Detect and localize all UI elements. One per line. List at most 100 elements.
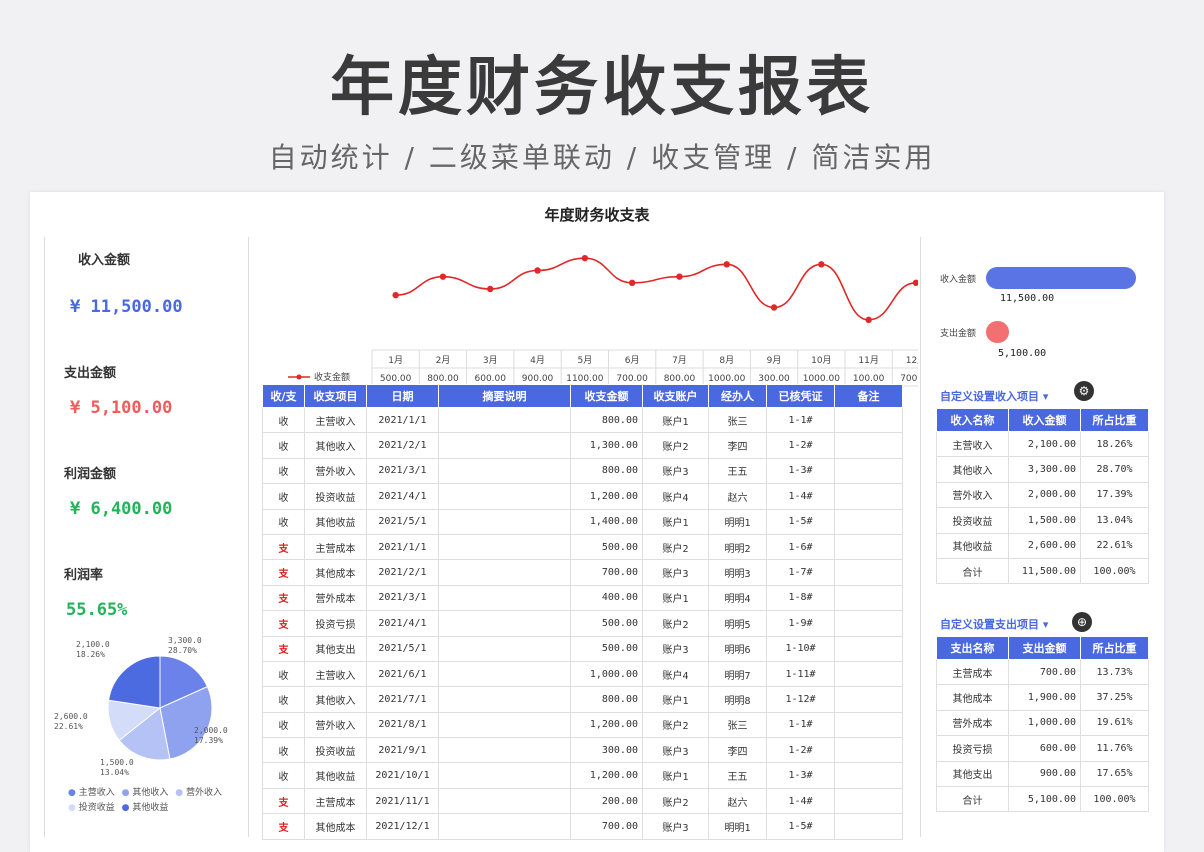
expense-settings-icon[interactable]: ⊕ (1072, 612, 1092, 632)
table-cell[interactable]: 明明1 (708, 813, 767, 840)
table-cell[interactable] (438, 711, 571, 739)
table-cell[interactable]: 1-4# (766, 787, 835, 815)
table-row[interactable]: 营外成本 1,000.00 19.61% (936, 709, 1149, 737)
table-cell[interactable] (438, 432, 571, 459)
table-cell[interactable] (834, 787, 903, 815)
table-cell[interactable] (834, 559, 903, 586)
table-cell[interactable] (438, 660, 571, 688)
table-cell[interactable]: 5,100.00 (1008, 785, 1081, 813)
table-cell[interactable]: 2,000.00 (1008, 481, 1081, 509)
table-cell[interactable]: 3,300.00 (1008, 456, 1081, 483)
table-cell[interactable] (834, 483, 903, 510)
table-cell[interactable]: 500.00 (570, 533, 643, 561)
table-cell[interactable] (438, 533, 571, 561)
table-cell[interactable]: 收 (262, 406, 305, 434)
table-cell[interactable] (438, 559, 571, 586)
table-cell[interactable]: 1,000.00 (1008, 709, 1081, 737)
table-cell[interactable]: 营外成本 (304, 584, 367, 612)
table-cell[interactable]: 收 (262, 737, 305, 764)
table-cell[interactable]: 1-5# (766, 508, 835, 535)
table-row[interactable]: 主营收入 2,100.00 18.26% (936, 430, 1149, 458)
table-cell[interactable] (834, 813, 903, 840)
table-cell[interactable]: 700.00 (570, 559, 643, 586)
table-cell[interactable]: 账户2 (642, 787, 709, 815)
table-cell[interactable]: 账户1 (642, 406, 709, 434)
table-cell[interactable]: 1-2# (766, 432, 835, 459)
table-row[interactable]: 其他收入 3,300.00 28.70% (936, 456, 1149, 483)
table-cell[interactable]: 收 (262, 711, 305, 739)
table-cell[interactable]: 账户1 (642, 762, 709, 789)
table-cell[interactable] (438, 610, 571, 637)
table-cell[interactable]: 300.00 (570, 737, 643, 764)
table-cell[interactable]: 400.00 (570, 584, 643, 612)
table-cell[interactable]: 其他收入 (936, 456, 1009, 483)
table-row[interactable]: 营外收入 2,000.00 17.39% (936, 481, 1149, 509)
table-cell[interactable]: 100.00% (1080, 785, 1149, 813)
table-cell[interactable]: 其他成本 (304, 559, 367, 586)
table-row[interactable]: 收投资收益 2021/4/1 1,200.00 账户4 赵六 1-4# (262, 483, 903, 510)
table-cell[interactable] (834, 711, 903, 739)
table-cell[interactable]: 1-10# (766, 635, 835, 662)
table-cell[interactable]: 1,200.00 (570, 483, 643, 510)
table-cell[interactable]: 收 (262, 483, 305, 510)
table-cell[interactable] (834, 584, 903, 612)
table-row[interactable]: 支其他支出 2021/5/1 500.00 账户3 明明6 1-10# (262, 635, 903, 662)
table-row[interactable]: 收主营收入 2021/6/1 1,000.00 账户4 明明7 1-11# (262, 660, 903, 688)
table-row[interactable]: 其他收益 2,600.00 22.61% (936, 532, 1149, 559)
table-cell[interactable]: 明明4 (708, 584, 767, 612)
table-cell[interactable]: 营外收入 (304, 711, 367, 739)
table-cell[interactable]: 王五 (708, 457, 767, 485)
table-cell[interactable]: 13.73% (1080, 658, 1149, 686)
table-cell[interactable] (438, 635, 571, 662)
table-cell[interactable]: 2021/11/1 (366, 787, 439, 815)
table-cell[interactable]: 1-12# (766, 686, 835, 713)
table-cell[interactable]: 500.00 (570, 610, 643, 637)
table-cell[interactable] (438, 737, 571, 764)
table-cell[interactable]: 1-1# (766, 711, 835, 739)
table-cell[interactable]: 2021/4/1 (366, 610, 439, 637)
table-cell[interactable]: 2021/12/1 (366, 813, 439, 840)
table-cell[interactable]: 13.04% (1080, 507, 1149, 534)
table-cell[interactable]: 赵六 (708, 483, 767, 510)
table-cell[interactable]: 收 (262, 762, 305, 789)
table-cell[interactable]: 李四 (708, 432, 767, 459)
table-row[interactable]: 支投资亏损 2021/4/1 500.00 账户2 明明5 1-9# (262, 610, 903, 637)
table-row[interactable]: 合计 11,500.00 100.00% (936, 557, 1149, 585)
table-cell[interactable]: 28.70% (1080, 456, 1149, 483)
table-cell[interactable]: 1-9# (766, 610, 835, 637)
table-cell[interactable]: 其他成本 (304, 813, 367, 840)
table-row[interactable]: 收投资收益 2021/9/1 300.00 账户3 李四 1-2# (262, 737, 903, 764)
table-cell[interactable]: 明明6 (708, 635, 767, 662)
table-cell[interactable] (834, 610, 903, 637)
table-cell[interactable]: 支 (262, 635, 305, 662)
table-cell[interactable]: 600.00 (1008, 735, 1081, 762)
table-row[interactable]: 支主营成本 2021/11/1 200.00 账户2 赵六 1-4# (262, 787, 903, 815)
table-cell[interactable]: 800.00 (570, 406, 643, 434)
table-cell[interactable]: 2021/1/1 (366, 533, 439, 561)
income-settings-icon[interactable]: ⚙ (1074, 381, 1094, 401)
table-cell[interactable]: 1-6# (766, 533, 835, 561)
table-cell[interactable]: 1-1# (766, 406, 835, 434)
table-row[interactable]: 其他支出 900.00 17.65% (936, 760, 1149, 787)
table-cell[interactable] (834, 737, 903, 764)
table-cell[interactable]: 2021/6/1 (366, 660, 439, 688)
table-cell[interactable]: 700.00 (1008, 658, 1081, 686)
table-cell[interactable]: 2021/9/1 (366, 737, 439, 764)
table-cell[interactable]: 主营收入 (304, 660, 367, 688)
table-cell[interactable]: 37.25% (1080, 684, 1149, 711)
table-cell[interactable]: 主营成本 (304, 533, 367, 561)
table-cell[interactable]: 2021/5/1 (366, 508, 439, 535)
table-cell[interactable]: 李四 (708, 737, 767, 764)
table-cell[interactable]: 17.65% (1080, 760, 1149, 787)
table-cell[interactable]: 支 (262, 813, 305, 840)
table-cell[interactable]: 账户3 (642, 813, 709, 840)
table-row[interactable]: 合计 5,100.00 100.00% (936, 785, 1149, 813)
table-cell[interactable]: 账户4 (642, 660, 709, 688)
table-cell[interactable]: 收 (262, 457, 305, 485)
table-row[interactable]: 收其他收益 2021/10/1 1,200.00 账户1 王五 1-3# (262, 762, 903, 789)
table-cell[interactable]: 其他收益 (304, 762, 367, 789)
table-row[interactable]: 收主营收入 2021/1/1 800.00 账户1 张三 1-1# (262, 406, 903, 434)
table-cell[interactable]: 1-3# (766, 457, 835, 485)
table-cell[interactable]: 200.00 (570, 787, 643, 815)
table-cell[interactable]: 收 (262, 686, 305, 713)
